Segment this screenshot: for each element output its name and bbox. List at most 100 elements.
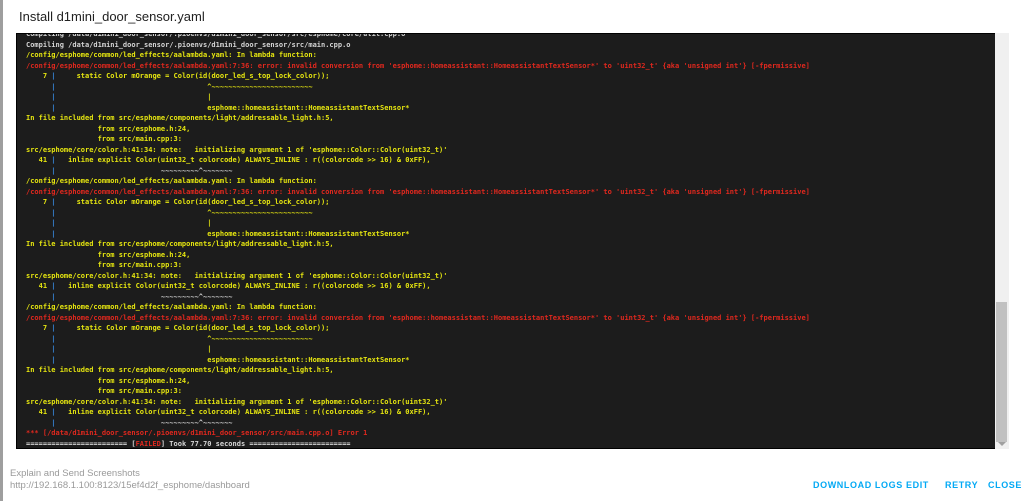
log-segment: static Color mOrange = Color(id(door_led… (55, 72, 330, 80)
log-segment: esphome::homeassistant::HomeassistantTex… (55, 229, 410, 238)
log-line: | | (26, 92, 996, 103)
log-segment: inline explicit Color(uint32_t colorcode… (55, 156, 431, 164)
log-segment: ^~~~~~~~~~~~~~~~~~~~~~~~~ (55, 82, 313, 91)
log-line: In file included from src/esphome/compon… (26, 239, 996, 250)
log-segment: | (55, 93, 212, 101)
log-line: from src/esphome.h:24, (26, 250, 996, 261)
log-segment: /config/esphome/common/led_effects/aalam… (26, 177, 317, 185)
log-segment: 7 (26, 198, 52, 206)
retry-button[interactable]: RETRY (945, 480, 978, 490)
edit-button[interactable]: EDIT (906, 480, 929, 490)
log-segment: src/esphome/core/color.h:41:34: note: in… (26, 145, 448, 154)
log-segment: | (55, 219, 212, 227)
log-line: from src/esphome.h:24, (26, 376, 996, 387)
scrollbar-thumb[interactable] (996, 302, 1007, 442)
dialog-title: Install d1mini_door_sensor.yaml (19, 9, 205, 24)
log-segment: inline explicit Color(uint32_t colorcode… (55, 408, 431, 416)
log-segment: from src/main.cpp:3: (26, 387, 182, 395)
log-segment: from src/main.cpp:3: (26, 135, 182, 143)
log-line: ======================== [FAILED] Took 7… (26, 439, 996, 449)
log-segment: static Color mOrange = Color(id(door_led… (55, 324, 330, 332)
log-segment (26, 209, 51, 217)
log-line: from src/main.cpp:3: (26, 386, 996, 397)
log-line: 7 | static Color mOrange = Color(id(door… (26, 323, 996, 334)
log-segment: /config/esphome/common/led_effects/aalam… (26, 313, 810, 322)
log-segment: In file included from src/esphome/compon… (26, 366, 334, 374)
log-line: from src/esphome.h:24, (26, 124, 996, 135)
log-segment: 7 (26, 324, 52, 332)
log-line: /config/esphome/common/led_effects/aalam… (26, 50, 996, 61)
log-line: | ~~~~~~~~~^~~~~~~~ (26, 418, 996, 429)
scroll-down-arrow-icon[interactable] (998, 442, 1006, 446)
log-line: Compiling /data/d1mini_door_sensor/.pioe… (26, 40, 996, 51)
log-segment: 41 (26, 156, 52, 164)
page-url: http://192.168.1.100:8123/15ef4d2f_espho… (10, 480, 250, 491)
log-line: 7 | static Color mOrange = Color(id(door… (26, 197, 996, 208)
log-segment: FAILED (135, 439, 161, 448)
log-line: 41 | inline explicit Color(uint32_t colo… (26, 281, 996, 292)
log-segment: In file included from src/esphome/compon… (26, 114, 334, 122)
log-segment: ======================== [ (26, 439, 136, 448)
log-segment (26, 167, 51, 175)
log-line: from src/main.cpp:3: (26, 134, 996, 145)
log-segment (26, 230, 51, 238)
log-segment: *** [/data/d1mini_door_sensor/.pioenvs/d… (26, 429, 368, 437)
log-segment: from src/main.cpp:3: (26, 261, 182, 269)
log-line: In file included from src/esphome/compon… (26, 113, 996, 124)
log-segment (26, 293, 51, 301)
log-line: | ^~~~~~~~~~~~~~~~~~~~~~~~~ (26, 208, 996, 219)
log-line: /config/esphome/common/led_effects/aalam… (26, 187, 996, 198)
log-segment (26, 83, 51, 91)
log-line: /config/esphome/common/led_effects/aalam… (26, 313, 996, 324)
log-segment: /config/esphome/common/led_effects/aalam… (26, 303, 317, 311)
log-line: | ~~~~~~~~~^~~~~~~~ (26, 166, 996, 177)
log-segment: /config/esphome/common/led_effects/aalam… (26, 187, 810, 196)
log-line: *** [/data/d1mini_door_sensor/.pioenvs/d… (26, 428, 996, 439)
log-segment: 41 (26, 408, 52, 416)
log-line: | esphome::homeassistant::HomeassistantT… (26, 229, 996, 240)
log-line: /config/esphome/common/led_effects/aalam… (26, 302, 996, 313)
close-button[interactable]: CLOSE (988, 480, 1022, 490)
log-segment: src/esphome/core/color.h:41:34: note: in… (26, 397, 448, 406)
log-line: src/esphome/core/color.h:41:34: note: in… (26, 271, 996, 282)
log-segment (26, 104, 51, 112)
log-segment: ^~~~~~~~~~~~~~~~~~~~~~~~~ (55, 334, 313, 343)
log-segment (26, 335, 51, 343)
log-segment: esphome::homeassistant::HomeassistantTex… (55, 103, 410, 112)
log-segment: from src/esphome.h:24, (26, 250, 191, 259)
log-segment (26, 356, 51, 364)
log-segment: static Color mOrange = Color(id(door_led… (55, 198, 330, 206)
log-segment (26, 93, 51, 101)
log-line: In file included from src/esphome/compon… (26, 365, 996, 376)
log-line: src/esphome/core/color.h:41:34: note: in… (26, 145, 996, 156)
log-segment: 41 (26, 282, 52, 290)
log-line: from src/main.cpp:3: (26, 260, 996, 271)
log-segment (26, 219, 51, 227)
log-line: /config/esphome/common/led_effects/aalam… (26, 176, 996, 187)
log-segment: 7 (26, 72, 52, 80)
log-segment: | (55, 345, 212, 353)
log-line: | ^~~~~~~~~~~~~~~~~~~~~~~~~ (26, 334, 996, 345)
log-segment: /config/esphome/common/led_effects/aalam… (26, 61, 810, 70)
log-segment: Compiling /data/d1mini_door_sensor/.pioe… (26, 40, 351, 49)
log-segment (26, 345, 51, 353)
log-segment: from src/esphome.h:24, (26, 124, 191, 133)
log-segment: ~~~~~~~~~^~~~~~~~ (55, 166, 233, 175)
log-lines: Compiling /data/d1mini_door_sensor/.pioe… (17, 34, 996, 449)
log-line: | esphome::homeassistant::HomeassistantT… (26, 355, 996, 366)
log-segment: ~~~~~~~~~^~~~~~~~ (55, 418, 233, 427)
log-segment: from src/esphome.h:24, (26, 376, 191, 385)
log-line: 41 | inline explicit Color(uint32_t colo… (26, 407, 996, 418)
log-segment: ] Took 77.70 seconds ===================… (160, 439, 351, 448)
log-segment: inline explicit Color(uint32_t colorcode… (55, 282, 431, 290)
download-logs-button[interactable]: DOWNLOAD LOGS (813, 480, 903, 490)
log-scrollbar[interactable] (995, 33, 1009, 449)
log-line: | ~~~~~~~~~^~~~~~~~ (26, 292, 996, 303)
log-line: | | (26, 344, 996, 355)
log-segment: esphome::homeassistant::HomeassistantTex… (55, 355, 410, 364)
explain-screenshot-label: Explain and Send Screenshots (10, 468, 140, 479)
log-segment: src/esphome/core/color.h:41:34: note: in… (26, 271, 448, 280)
log-terminal: Compiling /data/d1mini_door_sensor/.pioe… (16, 33, 997, 449)
log-segment: ^~~~~~~~~~~~~~~~~~~~~~~~~ (55, 208, 313, 217)
log-segment: /config/esphome/common/led_effects/aalam… (26, 51, 317, 59)
